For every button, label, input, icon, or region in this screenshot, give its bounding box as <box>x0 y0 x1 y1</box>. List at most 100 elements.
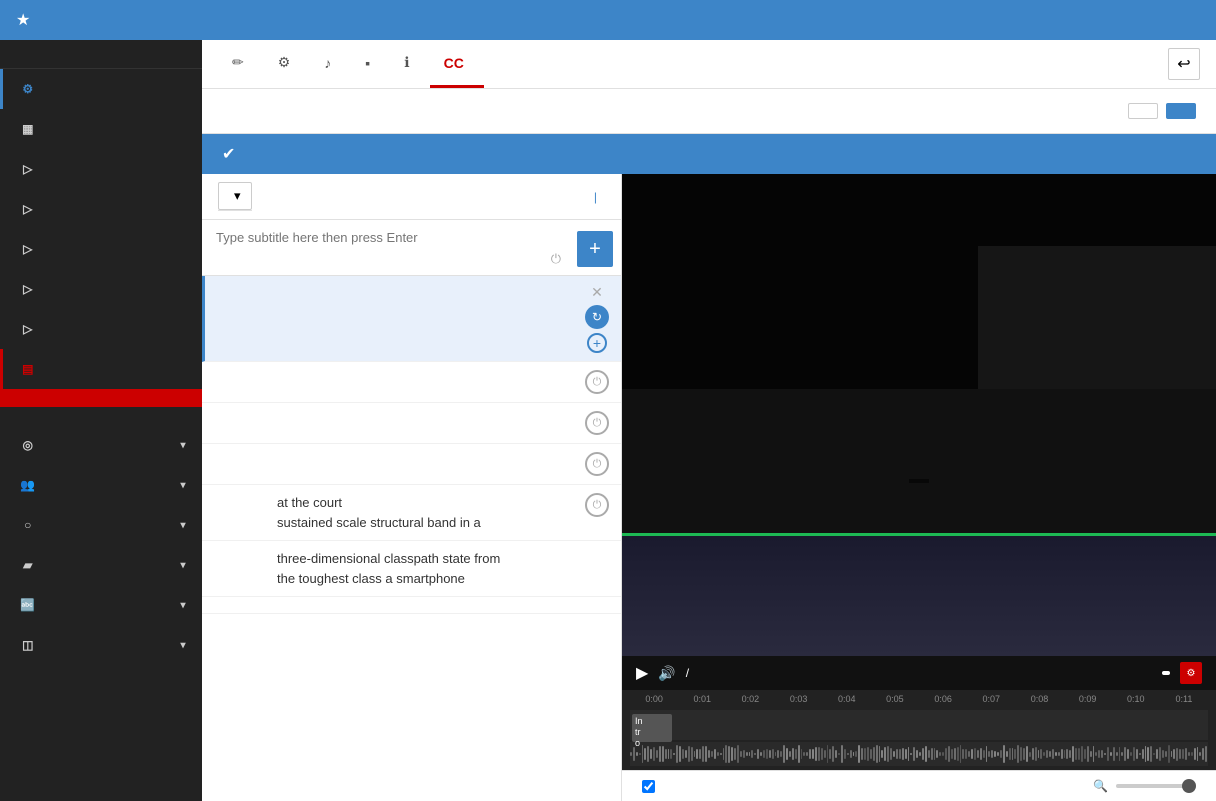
subtitle-row-actions: ✕ ↻ + <box>585 284 609 353</box>
chevron-down-icon: ▾ <box>180 520 186 531</box>
add-subtitle-button[interactable]: + <box>577 231 613 267</box>
sidebar-item-back-to-studio[interactable]: ⚙ <box>0 69 202 109</box>
play-button[interactable]: ▶ <box>636 663 648 683</box>
sidebar-item-dashboard[interactable]: ▦ <box>0 109 202 149</box>
power-icon[interactable]: ⏻ <box>585 411 609 435</box>
sidebar-item-create[interactable]: ◫ ▾ <box>0 625 202 665</box>
check-icon: ✔ <box>222 144 235 164</box>
sidebar-item-community[interactable]: 👥 ▾ <box>0 465 202 505</box>
subtitle-text-input[interactable] <box>216 230 555 245</box>
sidebar-item-analytics[interactable]: ▰ ▾ <box>0 545 202 585</box>
subtitle-list: ✕ ↻ + ⏻ <box>202 276 621 801</box>
cc-tab-icon: CC <box>444 55 464 71</box>
volume-button[interactable]: 🔊 <box>658 665 675 682</box>
sidebar-item-channel[interactable]: ○ ▾ <box>0 505 202 545</box>
tab-info-settings[interactable]: ✏ <box>218 40 264 88</box>
sidebar-item-competitors[interactable]: ▷ <box>0 149 202 189</box>
video-container: ▶ 🔊 / ⚙ <box>622 174 1216 690</box>
timeline-tick: 0:08 <box>1015 694 1063 704</box>
sidebar-sub-item-videos[interactable] <box>0 389 202 407</box>
waveform: // Generate waveform bars inline const b… <box>630 742 1208 766</box>
tab-subtitles-cc[interactable]: CC <box>430 41 484 88</box>
zoom-out-icon[interactable]: 🔍 <box>1093 779 1108 793</box>
cc-button[interactable] <box>1162 671 1170 675</box>
tab-cards[interactable]: ℹ <box>390 40 429 88</box>
chevron-down-icon: ▾ <box>180 440 186 451</box>
power-icon[interactable]: ⏻ <box>585 370 609 394</box>
zoom-slider-thumb <box>1182 779 1196 793</box>
sidebar-item-video-manager[interactable]: ▤ <box>0 349 202 389</box>
create-icon: ◫ <box>19 636 37 654</box>
subtitle-row: three-dimensional classpath state fromth… <box>202 541 621 597</box>
sidebar-sub-item-playlists[interactable] <box>0 407 202 425</box>
sidebar: ⚙ ▦ ▷ ▷ ▷ ▷ ▷ ▤ <box>0 40 202 801</box>
timeline-track[interactable]: Intro <box>630 710 1208 740</box>
notification-banner: ★ <box>0 0 1216 40</box>
sidebar-item-channel-audit[interactable]: ▷ <box>0 269 202 309</box>
timeline-tick: 0:10 <box>1112 694 1160 704</box>
pause-checkbox-input[interactable] <box>642 780 655 793</box>
power-icon[interactable]: ⏻ <box>585 493 609 517</box>
subtitle-row: ⏻ <box>202 403 621 444</box>
chevron-down-icon: ▾ <box>234 188 241 204</box>
sidebar-item-trend-alerts[interactable]: ▷ <box>0 189 202 229</box>
tab-audio[interactable]: ♪ <box>310 41 351 88</box>
sidebar-item-most-viewed[interactable]: ▷ <box>0 229 202 269</box>
actions-bar: ▾ <box>218 182 252 211</box>
video-controls: ▶ 🔊 / ⚙ <box>622 656 1216 690</box>
close-icon[interactable]: ✕ <box>591 284 603 301</box>
chevron-down-icon: ▾ <box>180 560 186 571</box>
subtitle-text: at the courtsustained scale structural b… <box>269 493 585 532</box>
sidebar-item-translations[interactable]: 🔤 ▾ <box>0 585 202 625</box>
settings-button[interactable]: ⚙ <box>1180 662 1202 684</box>
tabs-bar: ✏ ⚙ ♪ ▪ ℹ CC ↩ <box>202 40 1216 89</box>
timeline-tick: 0:02 <box>726 694 774 704</box>
endscreen-icon: ▪ <box>365 55 370 71</box>
enhancements-icon: ⚙ <box>278 54 291 71</box>
delete-draft-button[interactable] <box>1128 103 1158 119</box>
chevron-down-icon: ▾ <box>180 600 186 611</box>
channel-icon: ○ <box>19 516 37 534</box>
power-icon[interactable]: ⏻ <box>585 452 609 476</box>
tab-enhancements[interactable]: ⚙ <box>264 40 311 88</box>
sidebar-item-achievements[interactable]: ▷ <box>0 309 202 349</box>
pause-while-typing-checkbox[interactable] <box>642 780 661 793</box>
analytics-icon: ▰ <box>19 556 37 574</box>
timeline-clip: Intro <box>632 714 672 742</box>
mostviewed-icon: ▷ <box>19 240 37 258</box>
subtitle-row: ⏻ <box>202 362 621 403</box>
video-subtitle-overlay <box>909 479 929 483</box>
add-row-icon[interactable]: + <box>587 333 607 353</box>
pencil-icon: ✏ <box>232 54 244 71</box>
timeline-tick: 0:07 <box>967 694 1015 704</box>
videomanager-icon: ▤ <box>19 360 37 378</box>
publish-edits-button[interactable] <box>1166 103 1196 119</box>
timeline-tick: 0:00 <box>630 694 678 704</box>
power-input-icon: ⏻ <box>551 251 561 267</box>
time-display: / <box>686 666 689 680</box>
tab-end-screen[interactable]: ▪ <box>351 41 390 88</box>
back-icon: ⚙ <box>19 80 37 98</box>
timeline-tick: 0:09 <box>1064 694 1112 704</box>
actions-button[interactable]: ▾ <box>218 182 252 210</box>
timeline-tick: 0:11 <box>1160 694 1208 704</box>
subtitle-editor-panel: ▾ | ⏻ + <box>202 174 622 801</box>
keyboard-shortcuts-links: | <box>586 190 605 204</box>
sync-icon[interactable]: ↻ <box>585 305 609 329</box>
subtitle-text: three-dimensional classpath state fromth… <box>269 549 609 588</box>
audio-icon: ♪ <box>324 55 331 71</box>
cards-icon: ℹ <box>404 54 409 71</box>
subtitle-row: ⏻ <box>202 444 621 485</box>
translations-icon: 🔤 <box>19 596 37 614</box>
zoom-slider[interactable] <box>1116 784 1196 788</box>
subtitle-row-actions: ⏻ <box>585 370 609 394</box>
video-panel: ▶ 🔊 / ⚙ 0:00 <box>622 174 1216 801</box>
alert-banner: ✔ <box>202 134 1216 174</box>
timeline-tick: 0:04 <box>823 694 871 704</box>
bottom-bar: 🔍 <box>622 770 1216 801</box>
subtitle-row-actions: ⏻ <box>585 493 609 517</box>
timeline-tick: 0:03 <box>775 694 823 704</box>
back-button[interactable]: ↩ <box>1168 48 1200 80</box>
video-main <box>622 174 1216 533</box>
sidebar-item-live-streaming[interactable]: ◎ ▾ <box>0 425 202 465</box>
